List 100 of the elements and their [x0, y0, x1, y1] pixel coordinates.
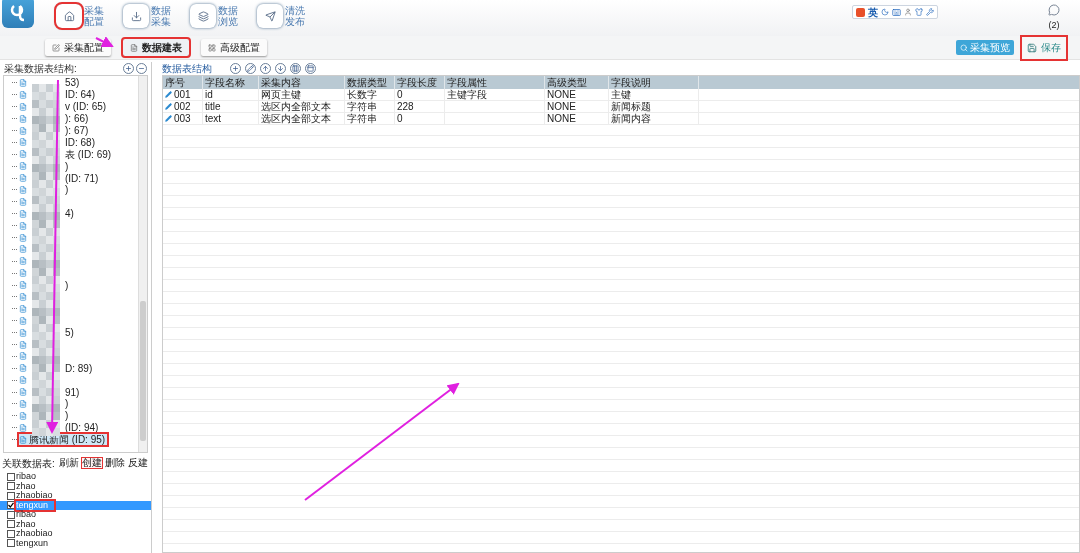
- pencil-icon: [165, 91, 172, 98]
- pencil-icon: [165, 103, 172, 110]
- add-icon[interactable]: [230, 63, 241, 74]
- tree-item[interactable]: ): [19, 410, 71, 422]
- table-cell: 003: [174, 113, 191, 124]
- download-icon[interactable]: [123, 4, 149, 28]
- add-icon[interactable]: [123, 63, 134, 74]
- tree-item[interactable]: ): 67): [19, 125, 91, 136]
- shirt-icon[interactable]: [915, 8, 923, 16]
- table-list-item[interactable]: ribao: [0, 510, 151, 520]
- tree-item[interactable]: 4): [19, 208, 76, 220]
- scrollbar[interactable]: [138, 76, 147, 452]
- action-link[interactable]: 反建: [127, 457, 149, 469]
- table-cell: 001: [174, 89, 191, 100]
- layers-icon[interactable]: [190, 4, 216, 28]
- table-list-item[interactable]: zhao: [0, 481, 151, 491]
- tree-item[interactable]: ID: 68): [19, 136, 97, 148]
- checkbox[interactable]: [7, 539, 15, 548]
- table-cell: 002: [174, 101, 191, 112]
- tab[interactable]: 数据建表: [123, 39, 189, 56]
- table-cell: NONE: [547, 113, 576, 124]
- user-icon[interactable]: [904, 8, 912, 16]
- document-icon: [130, 43, 138, 52]
- keyboard-icon[interactable]: [892, 7, 901, 17]
- nav-label[interactable]: 采集配置: [84, 5, 105, 27]
- table-list-item[interactable]: zhao: [0, 519, 151, 529]
- tree-item[interactable]: ): [19, 279, 71, 291]
- wrench-icon[interactable]: [926, 8, 934, 16]
- table-name: ribao: [16, 472, 36, 482]
- table-cell: 选区内全部文本: [261, 113, 331, 124]
- table-list-item[interactable]: zhaobiao: [0, 529, 151, 539]
- table-list-item[interactable]: tengxun: [0, 538, 151, 548]
- action-link[interactable]: 刷新: [58, 457, 80, 469]
- home-icon[interactable]: [56, 4, 82, 28]
- table-icon: [19, 138, 27, 147]
- tree-item[interactable]: v (ID: 65): [19, 101, 109, 113]
- tree-item[interactable]: (ID: 71): [19, 172, 101, 184]
- table-icon: [19, 364, 27, 373]
- checkbox[interactable]: [7, 510, 15, 519]
- save-button[interactable]: 保存: [1022, 36, 1066, 59]
- table-title: 数据表结构: [162, 62, 212, 76]
- tree-item[interactable]: ): 66): [19, 113, 91, 125]
- checkbox[interactable]: [7, 472, 15, 481]
- table-name: zhao: [16, 481, 36, 491]
- table-list-item[interactable]: zhaobiao: [0, 491, 151, 501]
- table-name: tengxun: [16, 538, 49, 548]
- tree-item[interactable]: 表 (ID: 69): [19, 148, 114, 160]
- checkbox[interactable]: [7, 491, 15, 500]
- tree-item[interactable]: ): [19, 160, 71, 172]
- window-icon[interactable]: [305, 63, 316, 74]
- table-cell: 长数字: [347, 89, 377, 100]
- arrow-down-icon[interactable]: [275, 63, 286, 74]
- pencil-icon: [165, 115, 172, 122]
- paper-plane-icon[interactable]: [257, 4, 283, 28]
- table-cell: 主键字段: [447, 89, 487, 100]
- table-icon: [19, 114, 27, 123]
- checkbox[interactable]: [7, 520, 15, 529]
- nav-label[interactable]: 数据采集: [151, 5, 172, 27]
- nav-label[interactable]: 清洗发布: [285, 5, 306, 27]
- tree-item[interactable]: 5): [19, 327, 76, 339]
- ime-mode[interactable]: 英: [868, 4, 878, 20]
- remove-icon[interactable]: [136, 63, 147, 74]
- table-cell: 0: [397, 113, 403, 124]
- panel-title: 采集数据表结构:: [4, 62, 77, 76]
- grid-icon: [208, 43, 216, 52]
- tree-item[interactable]: D: 89): [19, 362, 95, 374]
- checkbox[interactable]: [7, 501, 15, 510]
- checkbox[interactable]: [7, 529, 15, 538]
- tree-item[interactable]: 53): [19, 77, 82, 89]
- tab[interactable]: 高级配置: [201, 39, 267, 56]
- table-icon: [19, 150, 27, 159]
- table-icon: [19, 400, 27, 408]
- table-icon: [19, 281, 27, 290]
- check-icon: [8, 502, 14, 509]
- action-link[interactable]: 创建: [81, 457, 103, 469]
- nav-label[interactable]: 数据浏览: [218, 5, 239, 27]
- table-icon: [19, 126, 27, 135]
- table-cell: 新闻标题: [611, 101, 651, 112]
- edit-icon[interactable]: [245, 63, 256, 74]
- columns-icon[interactable]: [290, 63, 301, 74]
- arrow-up-icon[interactable]: [260, 63, 271, 74]
- chat-icon[interactable]: [1048, 4, 1060, 16]
- tree-item[interactable]: (ID: 94): [19, 422, 101, 434]
- tree-item[interactable]: ID: 64): [19, 89, 97, 101]
- edit-icon: [52, 43, 60, 52]
- action-link[interactable]: 删除: [104, 457, 126, 469]
- table-cell: title: [205, 101, 221, 112]
- table-name: tengxun: [16, 500, 55, 510]
- table-icon: [19, 328, 27, 337]
- table-icon: [19, 411, 27, 420]
- tree-item[interactable]: ): [19, 398, 71, 410]
- table-list-item[interactable]: ribao: [0, 472, 151, 482]
- checkbox[interactable]: [7, 482, 15, 491]
- table-icon: [19, 388, 27, 397]
- moon-icon[interactable]: [881, 8, 889, 16]
- table-icon: [19, 102, 27, 111]
- tree-item[interactable]: 91): [19, 386, 82, 398]
- relation-title: 关联数据表:: [2, 456, 55, 471]
- table-name: ribao: [16, 510, 36, 520]
- tree-item[interactable]: ): [19, 184, 71, 196]
